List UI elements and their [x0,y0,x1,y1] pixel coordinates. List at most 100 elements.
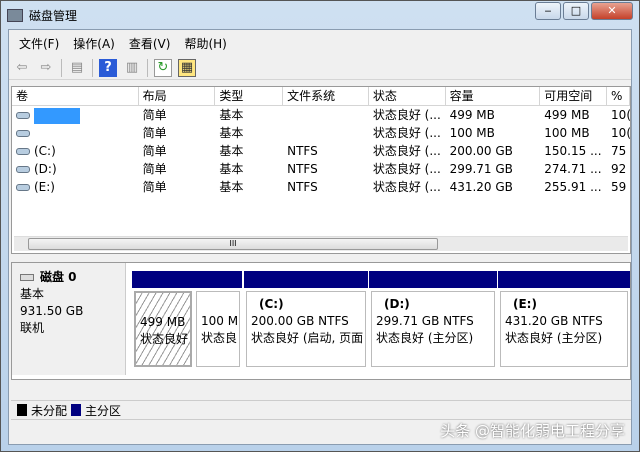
cell-6: 100 MB [544,126,590,140]
disk-type: 基本 [20,287,45,301]
cell-1: 简单 [142,144,167,158]
cell-0 [12,106,139,124]
col-status[interactable]: 状态 [369,87,446,105]
volume-icon [16,148,30,155]
disk-management-icon [7,8,23,22]
cell-3: NTFS [287,144,318,158]
show-action-pane-icon[interactable]: ▥ [123,59,141,77]
back-arrow-icon[interactable]: ⇦ [13,59,31,77]
volume-icon [16,166,30,173]
volume-icon [16,184,30,191]
col-percent[interactable]: % [607,87,630,105]
menu-file[interactable]: 文件(F) [19,35,59,52]
cell-3: NTFS [287,162,318,176]
table-row[interactable]: (D:) 简单 基本 NTFS 状态良好 (... 299.71 GB 274.71 ...… [12,160,630,178]
disk-map: 磁盘 0 基本 931.50 GB 联机 499 MB 状态良好 100 M 状… [11,262,631,380]
cell-2: 基本 [219,126,244,140]
partition-bar [369,271,497,288]
cell-6: 255.91 ... [544,180,602,194]
hard-disk-icon [20,274,34,281]
watermark: 头条 @智能化弱电工程分享 [440,422,625,440]
volume-name [34,107,80,124]
menu-view[interactable]: 查看(V) [129,35,171,52]
horizontal-scrollbar[interactable]: III [14,236,628,251]
volume-icon [16,112,30,119]
partition-size: 200.00 GB NTFS [251,314,349,328]
partition-3[interactable]: (D:) 299.71 GB NTFS 状态良好 (主分区) [369,271,497,369]
cell-3 [283,124,369,142]
partition-bar [194,271,242,288]
cell-7: 10( [611,108,630,122]
table-row[interactable]: (C:) 简单 基本 NTFS 状态良好 (... 200.00 GB 150.15 ...… [12,142,630,160]
cell-7: 59 [611,180,627,194]
partition-body: (E:) 431.20 GB NTFS 状态良好 (主分区) [500,291,628,367]
col-capacity[interactable]: 容量 [446,87,541,105]
col-volume[interactable]: 卷 [12,87,139,105]
col-filesystem[interactable]: 文件系统 [283,87,369,105]
col-type[interactable]: 类型 [215,87,284,105]
help-icon[interactable]: ? [99,58,117,77]
partition-status: 状态良好 [140,332,189,346]
cell-2: 基本 [219,162,244,176]
cell-0: (D:) [12,160,139,178]
status-bar: 头条 @智能化弱电工程分享 [11,422,631,443]
disk-0-label[interactable]: 磁盘 0 基本 931.50 GB 联机 [12,263,126,375]
partition-label: (D:) [384,297,410,311]
legend: 未分配 主分区 [11,400,631,420]
cell-4: 状态良好 (... [372,108,441,122]
partition-0[interactable]: 499 MB 状态良好 [132,271,194,369]
partition-size: 431.20 GB NTFS [505,314,603,328]
forward-arrow-icon[interactable]: ⇨ [37,59,55,77]
legend-swatch-unallocated [17,404,27,416]
show-hide-console-tree-icon[interactable]: ▤ [68,59,86,77]
cell-7: 10( [611,126,630,140]
partition-4[interactable]: (E:) 431.20 GB NTFS 状态良好 (主分区) [498,271,630,369]
partition-2[interactable]: (C:) 200.00 GB NTFS 状态良好 (启动, 页面 [244,271,368,369]
partition-bar [498,271,630,288]
partition-status: 状态良好 (启动, 页面 [251,331,364,345]
legend-primary: 主分区 [85,403,122,418]
cell-5: 100 MB [449,126,495,140]
cell-2: 基本 [219,108,244,122]
col-free[interactable]: 可用空间 [540,87,608,105]
menu-action[interactable]: 操作(A) [73,35,115,52]
col-layout[interactable]: 布局 [139,87,216,105]
partition-label: (C:) [259,297,284,311]
scrollbar-thumb[interactable]: III [28,238,438,250]
title-bar: 磁盘管理 [7,5,77,25]
partition-size: 299.71 GB NTFS [376,314,474,328]
cell-4: 状态良好 (... [372,126,441,140]
partition-body: 100 M 状态良 [196,291,240,367]
cell-1: 简单 [142,126,167,140]
partition-status: 状态良 [201,331,238,345]
cell-0: (E:) [12,178,139,196]
partition-status: 状态良好 (主分区) [376,331,474,345]
partition-body: (C:) 200.00 GB NTFS 状态良好 (启动, 页面 [246,291,366,367]
cell-4: 状态良好 (... [372,144,441,158]
menu-bar: 文件(F) 操作(A) 查看(V) 帮助(H) [9,32,227,54]
table-row[interactable]: 简单 基本 状态良好 (... 100 MB 100 MB 10( [12,124,630,142]
partition-1[interactable]: 100 M 状态良 [194,271,242,369]
close-button[interactable]: ✕ [591,2,633,20]
cell-1: 简单 [142,162,167,176]
properties-icon[interactable]: ▦ [178,58,196,77]
minimize-button[interactable]: ‒ [535,2,561,20]
partition-size: 499 MB [140,315,186,329]
window: 磁盘管理 ‒ □ ✕ 文件(F) 操作(A) 查看(V) 帮助(H) ⇦ ⇨ ▤… [0,0,640,452]
menu-help[interactable]: 帮助(H) [184,35,226,52]
table-row[interactable]: 简单 基本 状态良好 (... 499 MB 499 MB 10( [12,106,630,124]
cell-2: 基本 [219,144,244,158]
partition-bar [132,271,194,288]
partition-label [140,297,186,314]
table-row[interactable]: (E:) 简单 基本 NTFS 状态良好 (... 431.20 GB 255.91 ...… [12,178,630,196]
disk-state: 联机 [20,321,45,335]
window-title: 磁盘管理 [29,8,78,23]
legend-unallocated: 未分配 [31,403,68,418]
maximize-button[interactable]: □ [563,2,589,20]
partition-bar [244,271,368,288]
partition-size: 100 M [201,314,239,328]
volume-name: (E:) [34,180,55,194]
refresh-icon[interactable]: ↻ [154,58,172,77]
toolbar: ⇦ ⇨ ▤ ? ▥ ↻ ▦ [9,56,631,80]
volume-name: (D:) [34,162,57,176]
